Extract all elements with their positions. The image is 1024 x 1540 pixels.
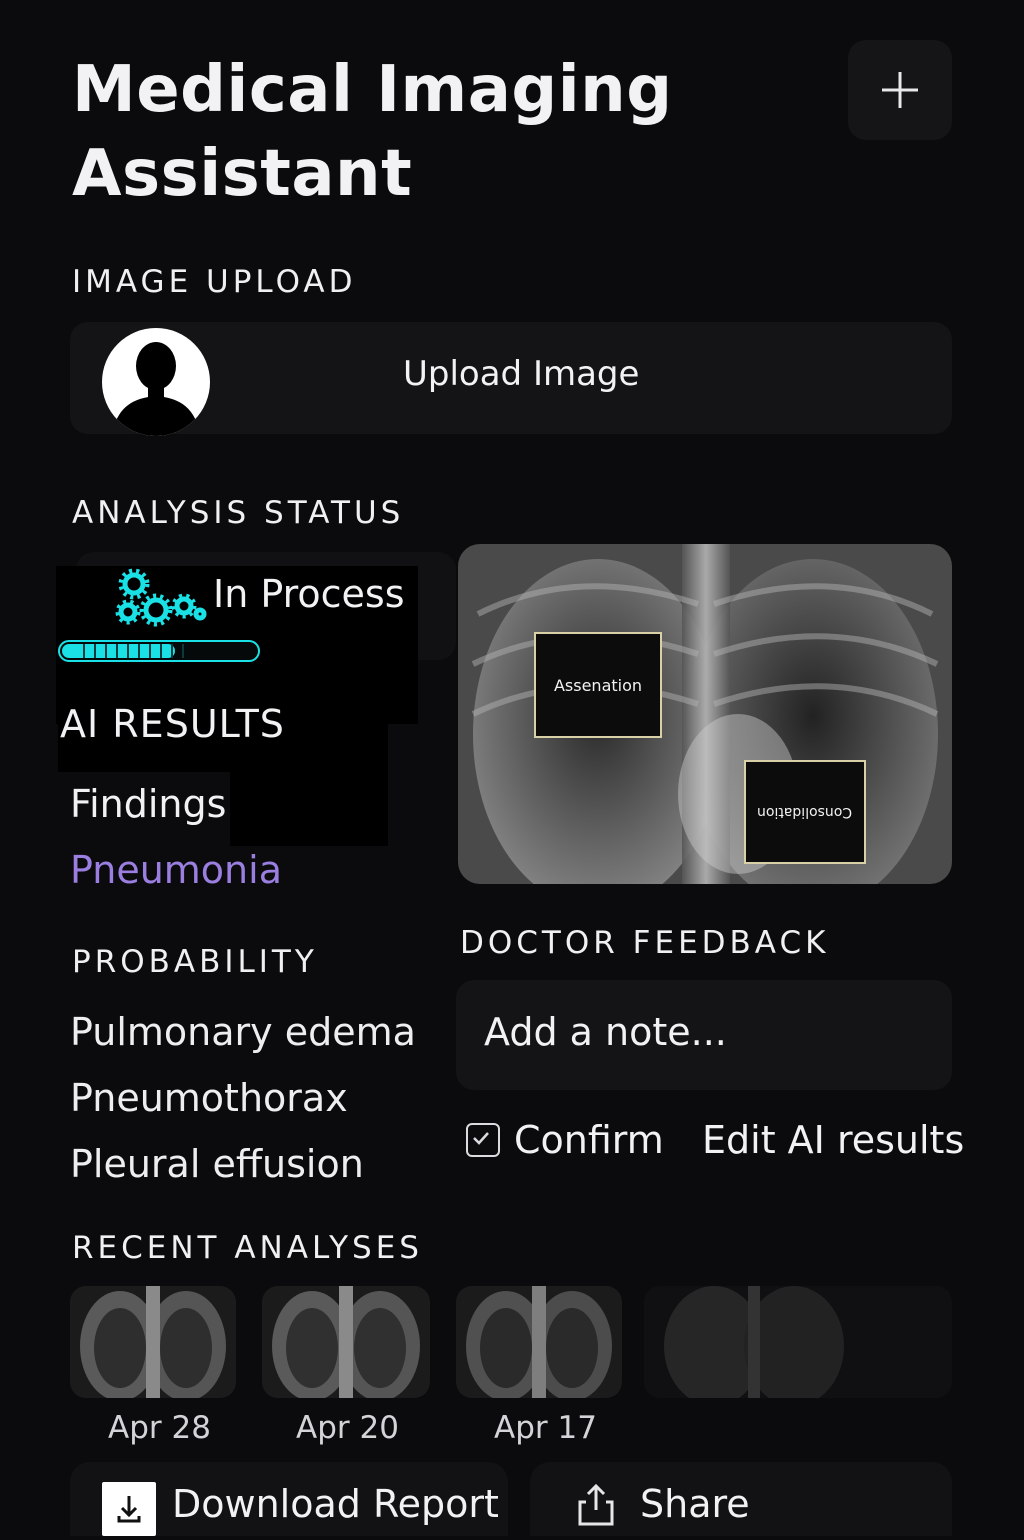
- chest-xray-graphic: [458, 544, 952, 884]
- download-report-label: Download Report: [172, 1482, 499, 1526]
- ai-results-heading-box: AI RESULTS: [58, 684, 388, 772]
- xray-annotation-box[interactable]: Consolidation: [744, 760, 866, 864]
- share-button[interactable]: Share: [530, 1462, 952, 1536]
- share-label: Share: [640, 1482, 750, 1526]
- recent-analysis-thumbnail[interactable]: [644, 1286, 952, 1398]
- finding-value[interactable]: Pneumonia: [70, 848, 282, 892]
- upload-image-label: Upload Image: [403, 354, 640, 394]
- confirm-button[interactable]: Confirm: [466, 1118, 664, 1162]
- recent-analyses-heading: RECENT ANALYSES: [72, 1230, 423, 1266]
- probability-item[interactable]: Pulmonary edema: [70, 1010, 416, 1054]
- download-report-button[interactable]: Download Report: [70, 1462, 508, 1536]
- progress-ticks: [74, 644, 184, 658]
- person-silhouette-icon: [102, 328, 210, 436]
- probability-heading: PROBABILITY: [72, 944, 318, 980]
- recent-analysis-thumbnail[interactable]: [456, 1286, 622, 1398]
- ai-results-heading: AI RESULTS: [60, 702, 285, 746]
- analysis-status-heading: ANALYSIS STATUS: [72, 495, 405, 531]
- annotation-label-mirrored: Consolidation: [757, 804, 853, 820]
- findings-label: Findings: [70, 782, 227, 826]
- recent-analysis-thumbnail[interactable]: [262, 1286, 430, 1398]
- page-title: Medical Imaging Assistant: [72, 53, 673, 211]
- recent-analysis-date: Apr 17: [494, 1410, 597, 1446]
- progress-bar: [58, 640, 260, 662]
- gears-icon: [115, 568, 207, 627]
- note-input[interactable]: Add a note...: [456, 980, 952, 1090]
- probability-item[interactable]: Pneumothorax: [70, 1076, 348, 1120]
- note-placeholder: Add a note...: [484, 1010, 727, 1054]
- confirm-label: Confirm: [514, 1118, 664, 1162]
- probability-item[interactable]: Pleural effusion: [70, 1142, 364, 1186]
- add-button[interactable]: [848, 40, 952, 140]
- upload-image-button[interactable]: Upload Image: [70, 322, 952, 436]
- recent-analysis-thumbnail[interactable]: [70, 1286, 236, 1398]
- doctor-feedback-heading: DOCTOR FEEDBACK: [460, 925, 830, 961]
- share-icon: [578, 1483, 614, 1526]
- findings-backdrop: [230, 770, 388, 846]
- status-text: In Process: [213, 572, 405, 616]
- xray-image[interactable]: Assenation Consolidation: [458, 544, 952, 884]
- edit-ai-results-button[interactable]: Edit AI results: [702, 1118, 964, 1162]
- recent-analysis-date: Apr 20: [296, 1410, 399, 1446]
- recent-analysis-date: Apr 28: [108, 1410, 211, 1446]
- image-upload-heading: IMAGE UPLOAD: [72, 264, 357, 300]
- xray-annotation-box[interactable]: Assenation: [534, 632, 662, 738]
- plus-icon: [882, 72, 918, 108]
- download-icon: [102, 1482, 156, 1536]
- checkbox-icon[interactable]: [466, 1123, 500, 1157]
